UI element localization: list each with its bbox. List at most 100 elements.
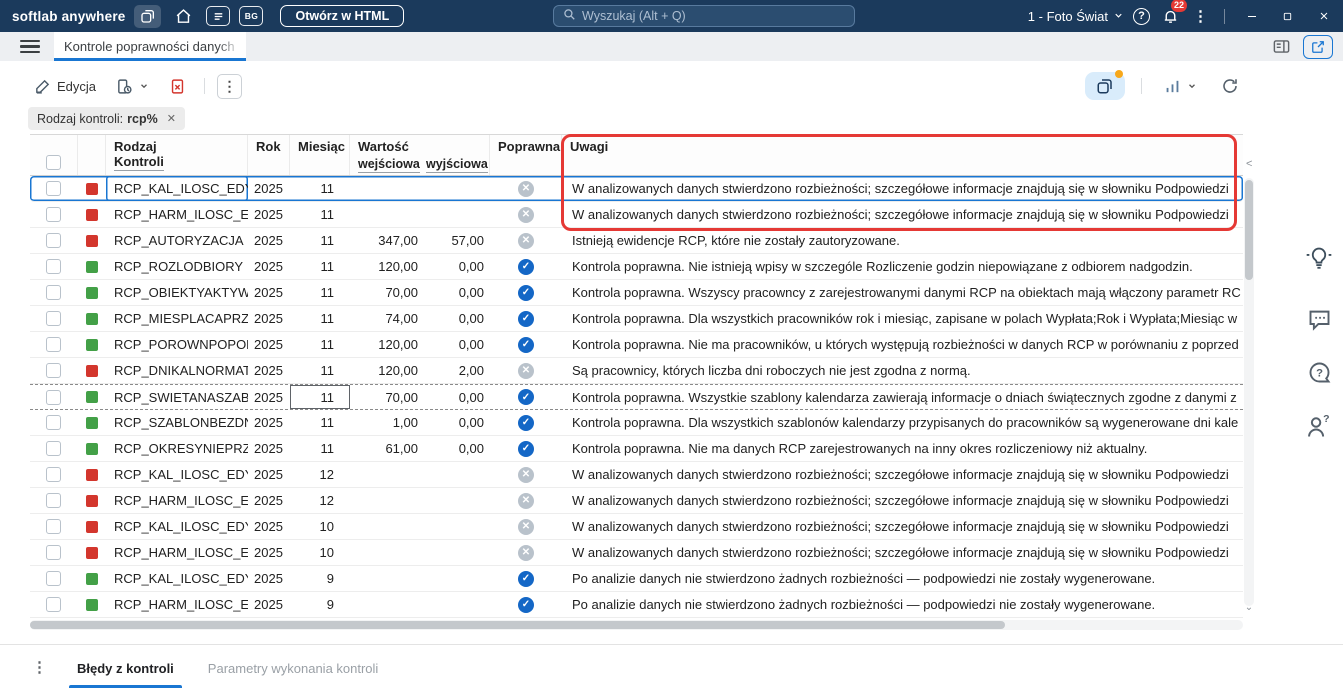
cell-wartosc-wejsciowa[interactable]: 120,00 — [350, 358, 426, 383]
table-row[interactable]: RCP_SWIETANASZABLON20251170,000,00 ✓ Kontr… — [30, 384, 1243, 410]
cell-wartosc-wejsciowa[interactable]: 70,00 — [350, 385, 426, 409]
table-row[interactable]: RCP_AUTORYZACJA 2025 11 347,00 57,00 ✕ Istniej… — [30, 228, 1243, 254]
delete-button[interactable] — [163, 74, 192, 99]
table-row[interactable]: RCP_HARM_ILOSC_EDYCJ202512 ✕ W analizowany… — [30, 488, 1243, 514]
cell-rodzaj-kontroli[interactable]: RCP_SZABLONBEZDNI — [106, 410, 248, 435]
cell-uwagi[interactable]: W analizowanych danych stwierdzono rozbi… — [562, 488, 1243, 513]
cell-wartosc-wyjsciowa[interactable] — [426, 514, 490, 539]
board-panel-icon[interactable] — [1272, 37, 1291, 56]
cell-rodzaj-kontroli[interactable]: RCP_KAL_ILOSC_EDYCJI — [106, 514, 248, 539]
row-checkbox[interactable] — [46, 571, 61, 586]
hamburger-menu-icon[interactable] — [20, 32, 40, 61]
row-checkbox[interactable] — [46, 233, 61, 248]
cell-rodzaj-kontroli[interactable]: RCP_HARM_ILOSC_EDYCJ — [106, 540, 248, 565]
cell-uwagi[interactable]: Kontrola poprawna. Nie ma danych RCP zar… — [562, 436, 1243, 461]
cell-rok[interactable]: 2025 — [248, 358, 290, 383]
cell-miesiac[interactable]: 11 — [290, 176, 350, 201]
chat-icon[interactable] — [1303, 303, 1335, 335]
cell-wartosc-wyjsciowa[interactable]: 2,00 — [426, 358, 490, 383]
cell-miesiac[interactable]: 12 — [290, 462, 350, 487]
cell-miesiac[interactable]: 11 — [290, 436, 350, 461]
chart-dropdown-button[interactable] — [1158, 74, 1203, 99]
cell-rodzaj-kontroli[interactable]: RCP_KAL_ILOSC_EDYCJI — [106, 566, 248, 591]
cell-rodzaj-kontroli[interactable]: RCP_HARM_ILOSC_EDYCJ — [106, 488, 248, 513]
cell-wartosc-wyjsciowa[interactable] — [426, 566, 490, 591]
cell-rodzaj-kontroli[interactable]: RCP_AUTORYZACJA — [106, 228, 248, 253]
vertical-scrollbar[interactable] — [1244, 178, 1254, 606]
cell-rodzaj-kontroli[interactable]: RCP_HARM_ILOSC_EDYCJ — [106, 592, 248, 617]
cell-uwagi[interactable]: W analizowanych danych stwierdzono rozbi… — [562, 462, 1243, 487]
cell-uwagi[interactable]: W analizowanych danych stwierdzono rozbi… — [562, 176, 1243, 201]
help-icon[interactable]: ? — [1133, 7, 1150, 25]
cell-rok[interactable]: 2025 — [248, 410, 290, 435]
cell-wartosc-wejsciowa[interactable]: 70,00 — [350, 280, 426, 305]
cell-wartosc-wyjsciowa[interactable] — [426, 592, 490, 617]
chevron-left-icon[interactable]: < — [1246, 158, 1252, 170]
cell-rodzaj-kontroli[interactable]: RCP_KAL_ILOSC_EDYCJI — [106, 462, 248, 487]
bg-icon[interactable]: BG — [239, 6, 264, 26]
cell-wartosc-wyjsciowa[interactable] — [426, 176, 490, 201]
cell-wartosc-wejsciowa[interactable]: 1,00 — [350, 410, 426, 435]
home-icon[interactable] — [170, 5, 197, 28]
row-checkbox[interactable] — [46, 207, 61, 222]
row-checkbox[interactable] — [46, 337, 61, 352]
ask-expert-icon[interactable]: ? — [1303, 410, 1335, 442]
cell-wartosc-wyjsciowa[interactable]: 0,00 — [426, 254, 490, 279]
cell-rodzaj-kontroli[interactable]: RCP_POROWNPOPOKRESO — [106, 332, 248, 357]
cell-wartosc-wejsciowa[interactable] — [350, 592, 426, 617]
row-checkbox[interactable] — [46, 467, 61, 482]
cell-wartosc-wyjsciowa[interactable]: 0,00 — [426, 332, 490, 357]
table-row[interactable]: RCP_SZABLONBEZDNI 2025 11 1,00 0,00 ✓ Kontrola… — [30, 410, 1243, 436]
tab-kontrole-poprawnosci-danych[interactable]: Kontrole poprawności danych — [54, 32, 246, 61]
cell-uwagi[interactable]: Kontrola poprawna. Wszystkie szablony ka… — [562, 385, 1243, 409]
cell-miesiac[interactable]: 11 — [290, 280, 350, 305]
share-icon[interactable] — [1303, 34, 1333, 59]
row-checkbox[interactable] — [46, 545, 61, 560]
row-checkbox[interactable] — [46, 389, 61, 405]
cell-rok[interactable]: 2025 — [248, 385, 290, 409]
open-html-button[interactable]: Otwórz w HTML — [280, 5, 405, 27]
edit-button[interactable]: Edycja — [28, 74, 102, 99]
cell-uwagi[interactable]: Kontrola poprawna. Wszyscy pracowncy z z… — [562, 280, 1243, 305]
scroll-down-icon[interactable]: ⌄ — [1243, 602, 1255, 613]
cell-wartosc-wejsciowa[interactable] — [350, 202, 426, 227]
cell-wartosc-wyjsciowa[interactable]: 57,00 — [426, 228, 490, 253]
table-row[interactable]: RCP_HARM_ILOSC_EDYCJ202511 ✕ W analizowany… — [30, 202, 1243, 228]
table-row[interactable]: RCP_POROWNPOPOKRESO202511120,000,00 ✓ Kont… — [30, 332, 1243, 358]
table-row[interactable]: RCP_KAL_ILOSC_EDYCJI20259 ✓ Po analizie da… — [30, 566, 1243, 592]
apps-icon[interactable] — [134, 4, 162, 28]
table-row[interactable]: RCP_KAL_ILOSC_EDYCJI202512 ✕ W analizowany… — [30, 462, 1243, 488]
row-checkbox[interactable] — [46, 311, 61, 326]
cell-uwagi[interactable]: Kontrola poprawna. Nie ma pracowników, u… — [562, 332, 1243, 357]
cell-uwagi[interactable]: Kontrola poprawna. Dla wszystkich szablo… — [562, 410, 1243, 435]
filter-chip-close-icon[interactable]: ✕ — [167, 112, 176, 125]
cell-rok[interactable]: 2025 — [248, 462, 290, 487]
cell-rodzaj-kontroli[interactable]: RCP_MIESPLACAPRZESUN — [106, 306, 248, 331]
cell-wartosc-wejsciowa[interactable] — [350, 462, 426, 487]
cell-uwagi[interactable]: Kontrola poprawna. Dla wszystkich pracow… — [562, 306, 1243, 331]
bottom-tab-parametry-wykonania[interactable]: Parametry wykonania kontroli — [204, 655, 383, 688]
cell-rodzaj-kontroli[interactable]: RCP_OKRESYNIEPRZYPIS — [106, 436, 248, 461]
search-input[interactable]: Wyszukaj (Alt + Q) — [553, 5, 855, 27]
cell-rok[interactable]: 2025 — [248, 514, 290, 539]
header-miesiac[interactable]: Miesiąc — [290, 135, 350, 175]
cell-wartosc-wyjsciowa[interactable] — [426, 488, 490, 513]
cell-uwagi[interactable]: Po analizie danych nie stwierdzono żadny… — [562, 566, 1243, 591]
cell-rok[interactable]: 2025 — [248, 332, 290, 357]
minimize-icon[interactable] — [1238, 5, 1265, 27]
cell-wartosc-wejsciowa[interactable] — [350, 488, 426, 513]
cell-miesiac[interactable]: 11 — [290, 385, 350, 409]
cell-uwagi[interactable]: W analizowanych danych stwierdzono rozbi… — [562, 540, 1243, 565]
select-all-checkbox[interactable] — [46, 155, 61, 170]
row-checkbox[interactable] — [46, 363, 61, 378]
row-checkbox[interactable] — [46, 493, 61, 508]
cell-wartosc-wyjsciowa[interactable]: 0,00 — [426, 280, 490, 305]
row-checkbox[interactable] — [46, 415, 61, 430]
cell-wartosc-wyjsciowa[interactable]: 0,00 — [426, 385, 490, 409]
cell-wartosc-wyjsciowa[interactable] — [426, 540, 490, 565]
cell-wartosc-wejsciowa[interactable]: 347,00 — [350, 228, 426, 253]
header-uwagi[interactable]: Uwagi — [562, 135, 1243, 175]
cell-wartosc-wejsciowa[interactable] — [350, 540, 426, 565]
cell-wartosc-wejsciowa[interactable]: 120,00 — [350, 332, 426, 357]
cell-uwagi[interactable]: Po analizie danych nie stwierdzono żadny… — [562, 592, 1243, 617]
